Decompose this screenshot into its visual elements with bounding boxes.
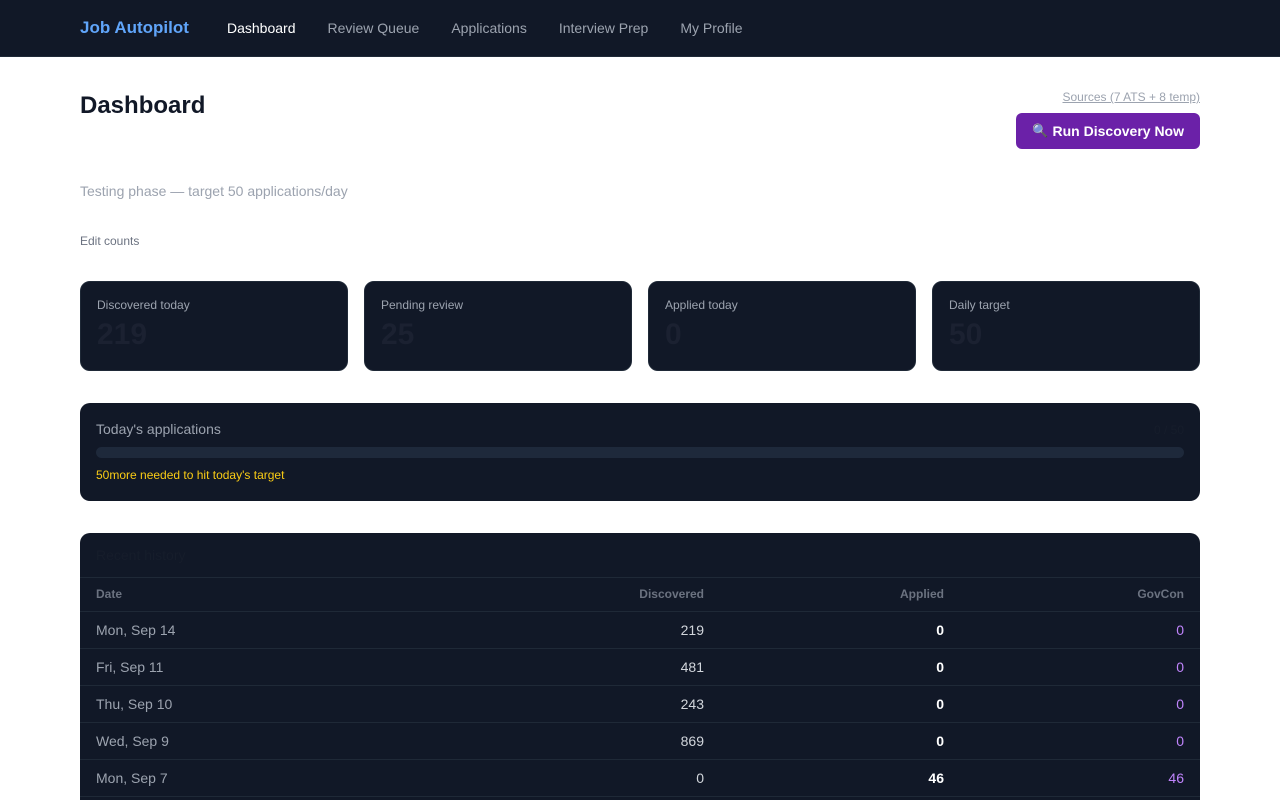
cell-govcon: 0 [960,722,1200,760]
stat-value: 25 [381,318,415,351]
stat-card-discovered: Discovered today 219 [80,281,348,371]
stat-label: Discovered today [97,298,190,312]
page-subtitle: Testing phase — target 50 applications/d… [80,183,348,199]
cell-applied: 0 [720,648,960,686]
cell-date: Mon, Sep 7 [80,759,480,797]
stat-card-applied: Applied today 0 [648,281,916,371]
progress-title: Today's applications [96,421,221,437]
nav-applications[interactable]: Applications [451,20,527,36]
nav-interview-prep[interactable]: Interview Prep [559,20,648,36]
cell-discovered: 243 [480,685,720,723]
cell-applied: 0 [720,611,960,649]
cell-date: Thu, Sep 10 [80,685,480,723]
cell-govcon: 0 [960,648,1200,686]
brand-logo[interactable]: Job Autopilot [80,18,189,38]
sources-link[interactable]: Sources (7 ATS + 8 temp) [1062,90,1200,104]
stat-label: Pending review [381,298,464,312]
cell-govcon: 46 [960,759,1200,797]
cell-discovered: 0 [480,759,720,797]
progress-count: 0 / 50 [1153,423,1184,437]
search-icon: 🔍 [1032,123,1049,138]
nav-my-profile[interactable]: My Profile [680,20,742,36]
stat-label: Daily target [949,298,1010,312]
column-header-govcon: GovCon [960,578,1200,612]
stat-cards: Discovered today 219 Pending review 25 A… [80,281,1200,371]
stat-value: 0 [665,318,682,351]
stat-label: Applied today [665,298,738,312]
nav-links: Dashboard Review Queue Applications Inte… [227,20,743,36]
todays-applications-panel: Today's applications 0 / 50 50more neede… [80,403,1200,501]
table-row[interactable]: Wed, Sep 9 869 0 0 [80,722,1200,760]
history-table-panel: Recent history Date Discovered Applied G… [80,533,1200,800]
nav-dashboard[interactable]: Dashboard [227,20,296,36]
table-row[interactable]: Mon, Sep 14 219 0 0 [80,611,1200,649]
cell-applied: 46 [720,759,960,797]
progress-bar [96,447,1184,458]
stat-value: 219 [97,318,148,351]
nav-review-queue[interactable]: Review Queue [328,20,420,36]
table-row[interactable]: Thu, Sep 10 243 0 0 [80,685,1200,723]
stat-card-pending: Pending review 25 [364,281,632,371]
edit-counts-link[interactable]: Edit counts [80,234,139,248]
history-table: Date Discovered Applied GovCon Mon, Sep … [80,578,1200,797]
cell-date: Fri, Sep 11 [80,648,480,686]
stat-value: 50 [949,318,983,351]
cell-applied: 0 [720,722,960,760]
cell-discovered: 481 [480,648,720,686]
cell-govcon: 0 [960,685,1200,723]
table-header-row: Date Discovered Applied GovCon [80,578,1200,612]
column-header-discovered: Discovered [480,578,720,612]
cell-applied: 0 [720,685,960,723]
progress-note: 50more needed to hit today's target [96,468,285,482]
cell-date: Wed, Sep 9 [80,722,480,760]
run-discovery-button[interactable]: 🔍 Run Discovery Now [1016,113,1200,149]
cell-govcon: 0 [960,611,1200,649]
cell-date: Mon, Sep 14 [80,611,480,649]
history-title: Recent history [80,533,1200,578]
page-title: Dashboard [80,92,206,119]
stat-card-target: Daily target 50 [932,281,1200,371]
cell-discovered: 869 [480,722,720,760]
table-row[interactable]: Mon, Sep 7 0 46 46 [80,759,1200,797]
column-header-applied: Applied [720,578,960,612]
top-navigation: Job Autopilot Dashboard Review Queue App… [0,0,1280,57]
table-row[interactable]: Fri, Sep 11 481 0 0 [80,648,1200,686]
cell-discovered: 219 [480,611,720,649]
column-header-date: Date [80,578,480,612]
run-discovery-label: Run Discovery Now [1052,123,1184,139]
